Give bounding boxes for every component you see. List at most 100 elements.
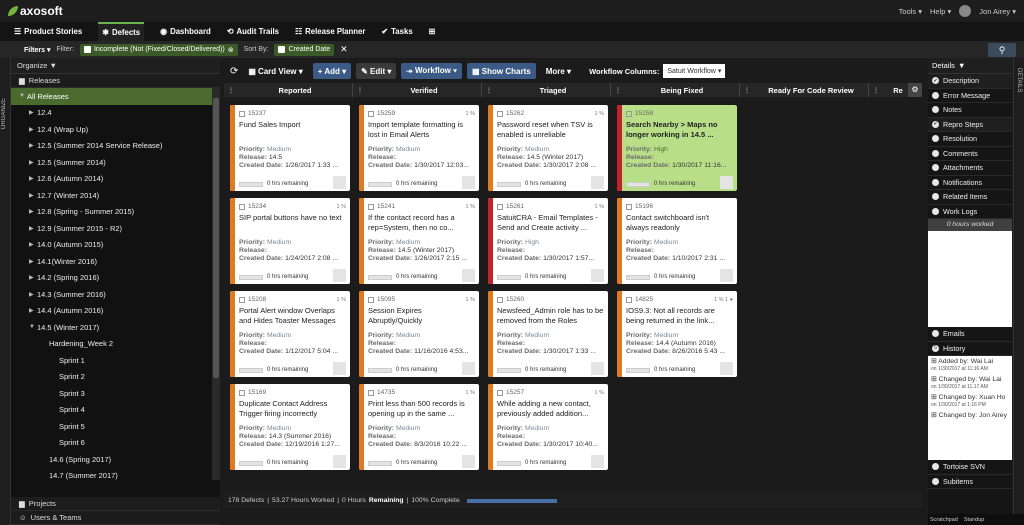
- caret-down-icon[interactable]: ▼: [19, 93, 27, 99]
- assignee-avatar[interactable]: [591, 269, 604, 282]
- details-vertical-tab[interactable]: DETAILS: [1013, 58, 1024, 525]
- caret-right-icon[interactable]: ▶: [29, 126, 37, 133]
- column-menu-icon[interactable]: ⋮: [224, 87, 238, 94]
- defect-card[interactable]: 15237 Fund Sales Import Priority: Medium Re…: [230, 105, 350, 191]
- defect-card[interactable]: 15260 Newsfeed_Admin role has to be remov…: [488, 291, 608, 377]
- organize-header[interactable]: Organize ▼: [11, 58, 220, 74]
- card-checkbox[interactable]: [239, 203, 245, 210]
- tree-item[interactable]: ▶ 12.6 (Autumn 2014): [11, 171, 220, 188]
- sort-pill[interactable]: Created Date: [274, 43, 335, 56]
- card-checkbox[interactable]: [368, 110, 374, 117]
- show-charts-button[interactable]: ▦ Show Charts: [467, 63, 536, 79]
- card-checkbox[interactable]: [239, 296, 245, 303]
- scratchpad-button[interactable]: Scratchpad: [930, 517, 958, 523]
- more-button[interactable]: More ▾: [541, 63, 576, 79]
- circle-icon[interactable]: [932, 91, 939, 99]
- assignee-avatar[interactable]: [591, 455, 604, 468]
- tree-item[interactable]: Sprint 4: [11, 402, 220, 419]
- nav-audit-trails[interactable]: ⟲ Audit Trails: [227, 22, 279, 41]
- assignee-avatar[interactable]: [462, 455, 475, 468]
- assignee-avatar[interactable]: [720, 362, 733, 375]
- tree-item[interactable]: Hardening_Week 2: [11, 336, 220, 353]
- column-header[interactable]: ⋮ Verified: [353, 83, 482, 97]
- tree-item[interactable]: ▶ 14.0 (Autumn 2015): [11, 237, 220, 254]
- assignee-avatar[interactable]: [462, 269, 475, 282]
- details-item[interactable]: ✔ Description: [928, 74, 1012, 89]
- column-menu-icon[interactable]: ⋮: [740, 87, 754, 94]
- nav-dashboard[interactable]: ◉ Dashboard: [160, 22, 211, 41]
- search-button[interactable]: ⚲: [988, 43, 1016, 57]
- tree-item[interactable]: ▶ 12.5 (Summer 2014 Service Release): [11, 138, 220, 155]
- details-item[interactable]: Attachments: [928, 161, 1012, 176]
- card-title[interactable]: Password reset when TSV is enabled is un…: [497, 120, 604, 140]
- details-item[interactable]: Work Logs: [928, 205, 1012, 219]
- tree-item[interactable]: 14.7 (Summer 2017): [11, 468, 220, 480]
- tree-item[interactable]: ▶ 12.4 (Wrap Up): [11, 121, 220, 138]
- sidebar-scrollbar[interactable]: [212, 88, 220, 480]
- assignee-avatar[interactable]: [720, 269, 733, 282]
- card-checkbox[interactable]: [239, 389, 245, 396]
- projects-section[interactable]: ▆ Projects: [11, 497, 220, 511]
- add-button[interactable]: + Add ▾: [312, 63, 352, 79]
- card-title[interactable]: Print less than 500 records is opening u…: [368, 399, 475, 419]
- tree-item[interactable]: ▶ 12.5 (Summer 2014): [11, 154, 220, 171]
- assignee-avatar[interactable]: [333, 269, 346, 282]
- workflow-button[interactable]: ⯮ Workflow ▾: [401, 63, 463, 79]
- card-checkbox[interactable]: [368, 203, 374, 210]
- tree-item[interactable]: ▶ 12.9 (Summer 2015 - R2): [11, 220, 220, 237]
- assignee-avatar[interactable]: [333, 176, 346, 189]
- defect-card[interactable]: 15261 1 % SatuitCRA - Email Templates - Se…: [488, 198, 608, 284]
- caret-right-icon[interactable]: ▶: [29, 109, 37, 116]
- card-checkbox[interactable]: [497, 203, 503, 210]
- emails-item[interactable]: Emails: [928, 327, 1012, 342]
- caret-right-icon[interactable]: ▶: [29, 208, 37, 215]
- caret-right-icon[interactable]: ▶: [29, 225, 37, 232]
- caret-right-icon[interactable]: ▶: [29, 258, 37, 265]
- column-menu-icon[interactable]: ⋮: [611, 87, 625, 94]
- tree-item[interactable]: ▶ 12.4: [11, 105, 220, 122]
- defect-card[interactable]: 15262 1 % Password reset when TSV is enabl…: [488, 105, 608, 191]
- card-checkbox[interactable]: [368, 296, 374, 303]
- caret-right-icon[interactable]: ▶: [29, 241, 37, 248]
- defect-card[interactable]: 15234 1 % SIP portal buttons have no text P…: [230, 198, 350, 284]
- details-header[interactable]: Details ▼: [928, 58, 1012, 74]
- card-checkbox[interactable]: [626, 203, 632, 210]
- organize-vertical-tab[interactable]: ORGANIZE: [0, 58, 11, 525]
- circle-icon[interactable]: [932, 164, 939, 172]
- tree-item[interactable]: Sprint 2: [11, 369, 220, 386]
- scroll-thumb[interactable]: [213, 98, 219, 378]
- details-item[interactable]: Notes: [928, 103, 1012, 118]
- releases-section[interactable]: ▆ Releases: [11, 74, 220, 88]
- card-title[interactable]: SatuitCRA - Email Templates - Send and C…: [497, 213, 604, 233]
- assignee-avatar[interactable]: [591, 362, 604, 375]
- clear-filter-icon[interactable]: ✕: [340, 44, 348, 55]
- details-item[interactable]: Related Items: [928, 190, 1012, 205]
- circle-icon[interactable]: [932, 207, 939, 215]
- card-checkbox[interactable]: [497, 110, 503, 117]
- defect-card[interactable]: 14825 1 % 1 ● IOS9.3: Not all records are …: [617, 291, 737, 377]
- card-checkbox[interactable]: [626, 110, 632, 117]
- caret-right-icon[interactable]: ▶: [29, 175, 37, 182]
- card-title[interactable]: SIP portal buttons have no text: [239, 213, 346, 233]
- card-view-button[interactable]: ▦ Card View ▾: [243, 63, 307, 79]
- tree-item[interactable]: Sprint 6: [11, 435, 220, 452]
- card-title[interactable]: IOS9.3: Not all records are being return…: [626, 306, 733, 326]
- tree-item[interactable]: Sprint 5: [11, 418, 220, 435]
- caret-right-icon[interactable]: ▶: [29, 291, 37, 298]
- axosoft-logo[interactable]: axosoft: [8, 4, 63, 18]
- defect-card[interactable]: 15196 Contact switchboard isn't always re…: [617, 198, 737, 284]
- help-menu[interactable]: Help ▾: [930, 7, 951, 16]
- nav-defects[interactable]: ✱ Defects: [98, 22, 145, 41]
- card-title[interactable]: Import template formatting is lost in Em…: [368, 120, 475, 140]
- details-item[interactable]: Notifications: [928, 176, 1012, 190]
- column-menu-icon[interactable]: ⋮: [869, 87, 883, 94]
- tree-item[interactable]: ▶ 14.2 (Spring 2016): [11, 270, 220, 287]
- assignee-avatar[interactable]: [462, 362, 475, 375]
- card-title[interactable]: Portal Alert window Overlaps and Hides T…: [239, 306, 346, 326]
- column-menu-icon[interactable]: ⋮: [482, 87, 496, 94]
- card-checkbox[interactable]: [239, 110, 245, 117]
- caret-right-icon[interactable]: ▶: [29, 274, 37, 281]
- user-menu[interactable]: Jon Airey ▾: [979, 7, 1016, 16]
- assignee-avatar[interactable]: [462, 176, 475, 189]
- defect-card[interactable]: 15208 1 % Portal Alert window Overlaps and…: [230, 291, 350, 377]
